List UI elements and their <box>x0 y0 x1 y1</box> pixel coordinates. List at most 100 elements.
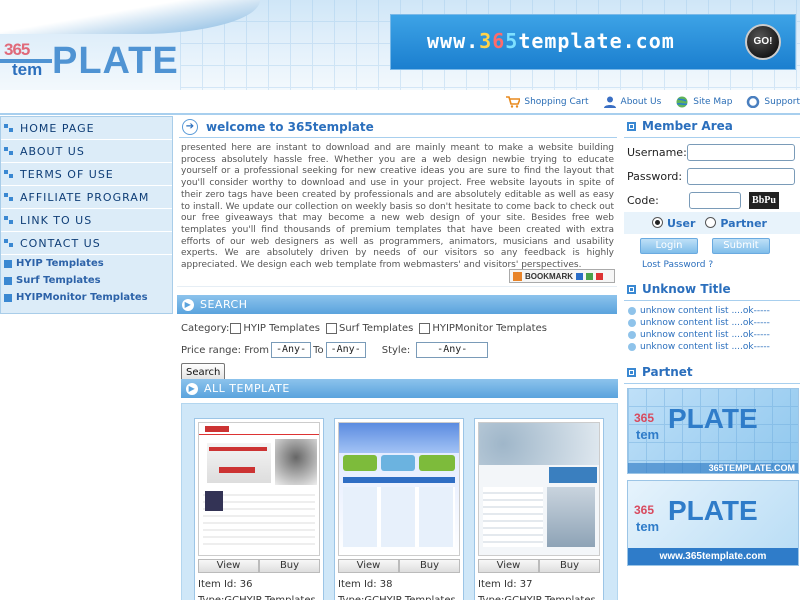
header-banner[interactable]: www.365template.com GO! <box>390 14 796 70</box>
top-nav-shopping-cart[interactable]: Shopping Cart <box>506 94 589 110</box>
header: 365 tem PLATE www.365template.com GO! <box>0 0 800 90</box>
top-nav-support[interactable]: Support <box>746 94 800 110</box>
top-nav-label: Site Map <box>693 97 733 107</box>
top-nav-about-us[interactable]: About Us <box>603 94 661 110</box>
all-template-header: ▶ ALL TEMPLATE <box>181 379 618 398</box>
globe-icon <box>676 96 688 108</box>
submit-button[interactable]: Submit <box>712 238 770 254</box>
item-id: Item Id: 36 <box>198 579 253 590</box>
sidebar-item-link-to-us[interactable]: LINK TO US <box>1 209 172 232</box>
card-buttons: View Buy <box>198 559 320 573</box>
card-meta: Item Id: 36 Type:GCHYIP Templates <box>198 577 316 600</box>
divider <box>624 137 800 138</box>
category-checkbox-hyipmonitor[interactable] <box>419 322 431 334</box>
welcome-title: welcome to 365template <box>206 120 374 134</box>
partnet-header: Partnet <box>624 363 800 381</box>
share-icon <box>596 272 603 280</box>
box-icon <box>627 367 636 377</box>
view-button[interactable]: View <box>198 559 259 573</box>
buy-button[interactable]: Buy <box>399 559 460 573</box>
divider <box>624 383 800 384</box>
unknow-title: Unknow Title <box>642 282 731 296</box>
bullet-icon <box>628 343 636 351</box>
logo-tem: tem <box>12 60 43 79</box>
bullet-icon <box>4 192 16 203</box>
site-logo[interactable]: 365 tem PLATE <box>0 40 190 86</box>
category-option-label: HYIPMonitor Templates <box>432 322 547 334</box>
banner-url: www.365template.com <box>427 29 675 53</box>
sidebar-item-terms-of-use[interactable]: TERMS OF USE <box>1 163 172 186</box>
list-item[interactable]: unknow content list ....ok----- <box>624 341 800 353</box>
member-area-header: Member Area <box>624 117 800 135</box>
banner-logo-tem: tem <box>636 519 660 534</box>
item-type: Type:GCHYIP Templates <box>338 593 456 600</box>
sidebar-item-label: LINK TO US <box>20 213 93 227</box>
welcome-text: presented here are instant to download a… <box>181 143 614 271</box>
radio-partner[interactable]: Partner <box>705 216 767 230</box>
category-option-label: Surf Templates <box>338 322 414 334</box>
list-item[interactable]: unknow content list ....ok----- <box>624 305 800 317</box>
sidebar-subitem-hyip-templates[interactable]: HYIP Templates <box>1 255 172 272</box>
go-button[interactable]: GO! <box>745 24 781 60</box>
template-thumbnail[interactable] <box>478 422 600 556</box>
login-button[interactable]: Login <box>640 238 698 254</box>
price-from-select[interactable]: -Any- <box>270 342 312 358</box>
sidebar-item-contact-us[interactable]: CONTACT US <box>1 232 172 255</box>
template-card: View Buy Item Id: 37 Type:GCHYIP Templat… <box>474 418 604 600</box>
view-button[interactable]: View <box>338 559 399 573</box>
item-type: Type:GCHYIP Templates <box>198 593 316 600</box>
card-meta: Item Id: 38 Type:GCHYIP Templates <box>338 577 456 600</box>
top-nav-label: Shopping Cart <box>524 97 589 107</box>
sidebar-item-home-page[interactable]: HOME PAGE <box>1 117 172 140</box>
style-select[interactable]: -Any- <box>416 342 489 358</box>
top-nav-site-map[interactable]: Site Map <box>675 94 732 110</box>
square-bullet-icon <box>4 259 12 268</box>
banner-footer: 365TEMPLATE.COM <box>628 463 798 473</box>
card-meta: Item Id: 37 Type:GCHYIP Templates <box>478 577 596 600</box>
template-thumbnail[interactable] <box>198 422 320 556</box>
shopping-cart-icon <box>506 96 521 108</box>
price-to-select[interactable]: -Any- <box>325 342 366 358</box>
bookmark-button[interactable]: BOOKMARK <box>509 269 615 283</box>
logo-digits: 365 <box>4 40 30 59</box>
sidebar-item-about-us[interactable]: ABOUT US <box>1 140 172 163</box>
unknow-list: unknow content list ....ok----- unknow c… <box>624 305 800 353</box>
sidebar-item-affiliate-program[interactable]: AFFILIATE PROGRAM <box>1 186 172 209</box>
card-buttons: View Buy <box>338 559 460 573</box>
list-item[interactable]: unknow content list ....ok----- <box>624 317 800 329</box>
radio-partner-label: Partner <box>720 216 767 230</box>
radio-unselected-icon <box>705 216 717 228</box>
list-item-label: unknow content list ....ok----- <box>640 330 770 340</box>
username-input[interactable] <box>687 143 795 161</box>
radio-user[interactable]: User <box>652 216 695 230</box>
header-divider <box>0 113 800 115</box>
share-icon <box>576 272 583 280</box>
template-thumbnail[interactable] <box>338 422 460 556</box>
sidebar-item-label: HOME PAGE <box>20 121 95 135</box>
buy-button[interactable]: Buy <box>539 559 600 573</box>
all-template-title: ALL TEMPLATE <box>204 382 290 395</box>
category-checkbox-surf[interactable] <box>325 322 337 334</box>
buy-button[interactable]: Buy <box>259 559 320 573</box>
sidebar-subitem-surf-templates[interactable]: Surf Templates <box>1 272 172 289</box>
price-label: Price range: From <box>181 344 269 356</box>
partner-banner[interactable]: 365 tem PLATE www.365template.com <box>627 480 799 566</box>
view-button[interactable]: View <box>478 559 539 573</box>
password-input[interactable] <box>687 167 795 185</box>
sidebar-item-label: TERMS OF USE <box>20 167 114 181</box>
unknow-title-header: Unknow Title <box>624 280 800 298</box>
divider <box>624 300 800 301</box>
sidebar-item-label: CONTACT US <box>20 236 101 250</box>
partner-banner[interactable]: 365 tem PLATE 365TEMPLATE.COM <box>627 388 799 474</box>
bullet-icon <box>628 307 636 315</box>
radio-selected-icon <box>652 216 663 228</box>
arrow-right-icon: ▶ <box>186 382 198 395</box>
lost-password-link[interactable]: Lost Password ? <box>624 254 800 270</box>
card-buttons: View Buy <box>478 559 600 573</box>
bullet-icon <box>4 215 16 226</box>
category-checkbox-hyip[interactable] <box>230 322 242 334</box>
code-input[interactable] <box>689 191 741 209</box>
sidebar-subitem-hyipmonitor-templates[interactable]: HYIPMonitor Templates <box>1 289 172 306</box>
list-item[interactable]: unknow content list ....ok----- <box>624 329 800 341</box>
banner-footer: www.365template.com <box>628 548 798 565</box>
